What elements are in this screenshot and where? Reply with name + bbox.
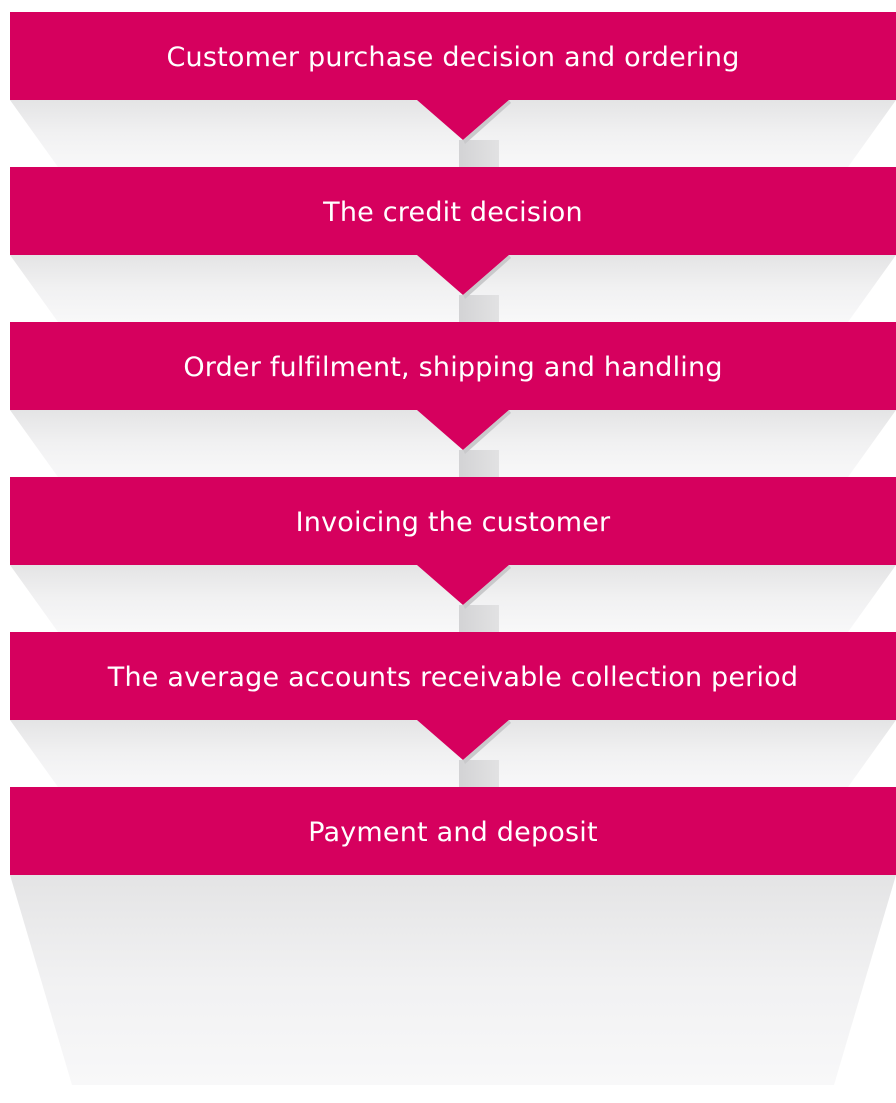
connector-tray	[10, 875, 896, 1085]
step-label: The credit decision	[323, 196, 583, 228]
connector-stem	[459, 140, 499, 167]
step-label: Customer purchase decision and ordering	[166, 41, 740, 73]
process-flow-diagram: Customer purchase decision and ordering T…	[0, 0, 896, 1099]
connector-stem	[459, 295, 499, 322]
step-label: Payment and deposit	[308, 816, 598, 848]
step-label: Invoicing the customer	[295, 506, 611, 538]
connector-stem	[459, 450, 499, 477]
step-label: The average accounts receivable collecti…	[107, 661, 799, 693]
connector-stem	[459, 760, 499, 787]
connector-stem	[459, 605, 499, 632]
step-label: Order fulfilment, shipping and handling	[183, 351, 723, 383]
